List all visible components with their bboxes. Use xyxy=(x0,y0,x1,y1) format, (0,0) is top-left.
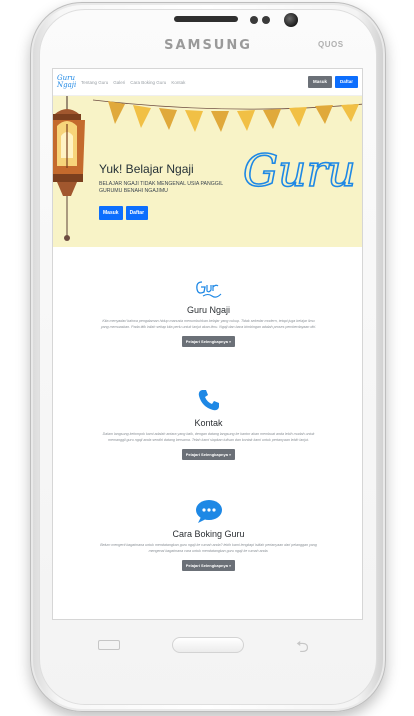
login-button[interactable]: Masuk xyxy=(307,76,332,88)
device-badge: QUOS xyxy=(318,40,344,49)
hero-buttons: Masuk Daftar xyxy=(99,206,149,220)
section-guru-ngaji: Guru Ngaji Kita menyadari bahwa pengalam… xyxy=(53,276,362,348)
phone-icon xyxy=(198,390,219,411)
section-text: Dalam langsung kelompok kami adalah anta… xyxy=(102,432,315,442)
hero-register-button[interactable]: Daftar xyxy=(125,206,149,220)
nav-link-kontak[interactable]: Kontak xyxy=(171,80,185,85)
nav-links: Tentang Guru Galeri Cara Boking Guru Kon… xyxy=(81,80,308,85)
earpiece xyxy=(174,16,238,22)
learn-more-button[interactable]: Pelajari Selengkapnya » xyxy=(181,449,236,460)
learn-more-button[interactable]: Pelajari Selengkapnya » xyxy=(181,336,236,347)
navbar: Guru Ngaji Tentang Guru Galeri Cara Boki… xyxy=(53,69,362,96)
hero-login-button[interactable]: Masuk xyxy=(99,206,123,220)
phone-screen: Guru Ngaji Tentang Guru Galeri Cara Boki… xyxy=(52,68,363,620)
nav-link-galeri[interactable]: Galeri xyxy=(113,80,125,85)
nav-auth-buttons: Masuk Daftar xyxy=(307,76,358,88)
front-camera xyxy=(284,13,298,27)
menu-softkey-icon[interactable] xyxy=(98,640,120,650)
nav-link-cara-boking[interactable]: Cara Boking Guru xyxy=(130,80,166,85)
hero-subtitle: Belajar ngaji tidak mengenal usia panggi… xyxy=(99,181,223,194)
hero-title: Yuk! Belajar Ngaji xyxy=(99,162,194,176)
section-title: Cara Boking Guru xyxy=(172,529,245,539)
hero-banner: Guru Ngaji Yuk! Belajar Ngaji Belajar ng… xyxy=(53,96,362,247)
section-title: Kontak xyxy=(194,418,223,428)
nav-link-tentang-guru[interactable]: Tentang Guru xyxy=(81,80,108,85)
section-text: Kita menyadari bahwa pengalaman hidup ma… xyxy=(100,319,317,329)
back-softkey-icon[interactable]: ⮌ xyxy=(296,636,309,663)
section-text: Belum mengerti bagaimana untuk mendatang… xyxy=(100,543,317,553)
hero-art-text: Guru Ngaji xyxy=(243,146,362,197)
light-sensor xyxy=(262,16,270,24)
learn-more-button[interactable]: Pelajari Selengkapnya » xyxy=(181,560,236,571)
register-button[interactable]: Daftar xyxy=(334,76,358,88)
home-button[interactable] xyxy=(172,637,244,653)
section-kontak: Kontak Dalam langsung kelompok kami adal… xyxy=(53,387,362,461)
section-title: Guru Ngaji xyxy=(186,305,231,315)
section-cara-boking: Cara Boking Guru Belum mengerti bagaiman… xyxy=(53,498,362,572)
device-brand: SAMSUNG xyxy=(164,38,252,53)
chat-bubble-icon xyxy=(195,500,222,523)
proximity-sensor xyxy=(250,16,258,24)
guru-ngaji-logo-icon xyxy=(195,281,221,298)
site-logo[interactable]: Guru Ngaji xyxy=(57,75,76,89)
